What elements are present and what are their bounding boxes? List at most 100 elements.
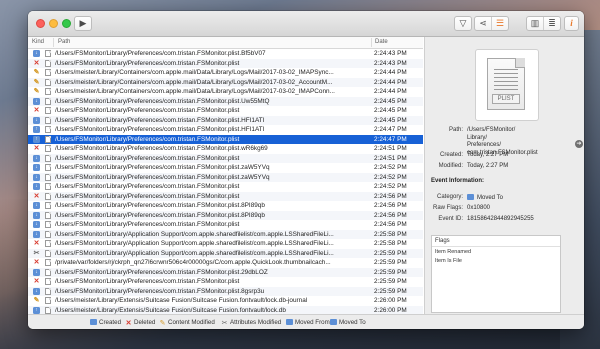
table-row[interactable]: ↓ /Users/FSMonitor/Library/Preferences/co… [28, 96, 423, 106]
table-row[interactable]: ↓ /Users/FSMonitor/Library/Preferences/co… [28, 201, 423, 211]
event-list[interactable]: Kind Path Date ↓ /Users/FSMonitor/Library… [28, 37, 423, 314]
file-icon [45, 173, 51, 181]
pencil-icon: ✎ [33, 78, 40, 86]
path-label: Path: [448, 127, 463, 133]
view-group: ▥ ≣ [526, 16, 561, 31]
moved-icon: ↑ [33, 135, 40, 143]
file-icon [45, 211, 51, 219]
legend-moved-to-label: Moved To [339, 319, 366, 326]
row-date: 2:24:52 PM [374, 164, 407, 171]
table-row[interactable]: ✕ /Users/FSMonitor/Library/Preferences/co… [28, 277, 423, 287]
row-date: 2:25:59 PM [374, 278, 407, 285]
file-icon [45, 230, 51, 238]
table-row[interactable]: ↓ /Users/FSMonitor/Library/Preferences/co… [28, 115, 423, 125]
row-path: /Users/FSMonitor/Library/Preferences/com… [55, 268, 268, 276]
table-row[interactable]: ↑ /Users/meister/Library/Extensis/Suitcas… [28, 305, 423, 314]
table-row[interactable]: ↑ /Users/FSMonitor/Library/Preferences/co… [28, 125, 423, 135]
filter-button[interactable]: ▽ [454, 16, 472, 31]
row-date: 2:24:56 PM [374, 221, 407, 228]
legend-moved-to: Moved To [330, 319, 366, 326]
table-row[interactable]: ✕ /Users/FSMonitor/Library/Preferences/co… [28, 106, 423, 116]
table-row[interactable]: ✕ /Users/FSMonitor/Library/Preferences/co… [28, 58, 423, 68]
table-row[interactable]: ✎ /Users/meister/Library/Containers/com.a… [28, 68, 423, 78]
zoom-window-button[interactable] [62, 19, 71, 28]
table-row[interactable]: ↓ /Users/FSMonitor/Library/Preferences/co… [28, 163, 423, 173]
filter-icon: ▽ [459, 18, 467, 28]
pencil-icon: ✎ [33, 297, 40, 304]
table-row[interactable]: ✕ /Users/FSMonitor/Library/Preferences/co… [28, 191, 423, 201]
row-date: 2:25:58 PM [374, 240, 407, 247]
legend-attributes-modified-label: Attributes Modified [230, 319, 282, 326]
modified-icon: ↓ [33, 202, 40, 209]
row-date: 2:25:59 PM [374, 259, 407, 266]
table-row[interactable]: ↓ /Users/FSMonitor/Library/Preferences/co… [28, 286, 423, 296]
row-path: /Users/FSMonitor/Library/Preferences/com… [55, 211, 265, 219]
row-path: /Users/FSMonitor/Library/Preferences/com… [55, 107, 240, 114]
table-row[interactable]: ✎ /Users/meister/Library/Containers/com.a… [28, 77, 423, 87]
category-value-wrap: Moved To [467, 194, 503, 201]
table-row[interactable]: ↓ /Users/FSMonitor/Library/Preferences/co… [28, 220, 423, 230]
file-icon [45, 306, 51, 314]
row-path: /Users/meister/Library/Extensis/Suitcase… [55, 306, 286, 314]
file-icon [45, 59, 51, 67]
row-date: 2:24:45 PM [374, 97, 407, 105]
table-row[interactable]: ↓ /Users/FSMonitor/Library/Preferences/co… [28, 210, 423, 220]
row-date: 2:25:58 PM [374, 230, 407, 238]
row-path: /Users/FSMonitor/Library/Preferences/com… [55, 50, 266, 57]
flag-item: Item Renamed [435, 249, 472, 255]
pencil-icon: ✎ [33, 69, 40, 76]
legend-created-label: Created [99, 319, 122, 326]
list-view-icon[interactable]: ☰ [491, 17, 508, 30]
table-row[interactable]: ✂ /Users/FSMonitor/Library/Application Su… [28, 248, 423, 258]
modified-field: Modified: Today, 2:27 PM [439, 163, 509, 171]
share-icon[interactable]: ⋖ [475, 17, 491, 30]
column-date[interactable]: Date [375, 39, 388, 45]
table-row[interactable]: ✎ /Users/meister/Library/Containers/com.a… [28, 87, 423, 97]
table-view-icon[interactable]: ≣ [543, 17, 560, 30]
file-icon [45, 221, 51, 228]
table-row[interactable]: ↑ /Users/FSMonitor/Library/Preferences/co… [28, 134, 423, 144]
modified-icon: ↓ [33, 50, 40, 57]
created-value: Today, 2:27 PM [467, 152, 509, 158]
table-row[interactable]: ✕ /Users/FSMonitor/Library/Preferences/co… [28, 144, 423, 154]
table-row[interactable]: ↓ /Users/FSMonitor/Library/Preferences/co… [28, 182, 423, 192]
details-panel: PLIST Path: /Users/FSMonitor/ Library/ P… [424, 37, 584, 314]
play-icon: ▶ [79, 18, 87, 28]
close-window-button[interactable] [36, 19, 45, 28]
category-label: Category: [436, 194, 463, 200]
deleted-icon: ✕ [33, 259, 40, 266]
column-kind[interactable]: Kind [32, 39, 44, 45]
row-path: /Users/FSMonitor/Library/Preferences/com… [55, 126, 265, 133]
table-row[interactable]: ✕ /private/var/folders/rj/ckrph_qn27l6crw… [28, 258, 423, 268]
event-id-label: Event ID: [438, 216, 463, 222]
file-icon [45, 268, 51, 276]
file-icon [45, 116, 51, 124]
table-row[interactable]: ↓ /Users/FSMonitor/Library/Preferences/co… [28, 153, 423, 163]
pencil-icon: ✎ [159, 320, 166, 327]
row-path: /Users/FSMonitor/Library/Preferences/com… [55, 97, 270, 105]
file-icon [45, 240, 51, 247]
info-button[interactable]: i [564, 16, 579, 31]
column-path[interactable]: Path [58, 39, 70, 45]
column-view-icon[interactable]: ▥ [527, 17, 543, 30]
row-date: 2:24:44 PM [374, 88, 407, 95]
row-date: 2:25:59 PM [374, 268, 407, 276]
legend-content-modified: ✎ Content Modified [159, 319, 215, 327]
minimize-window-button[interactable] [49, 19, 58, 28]
deleted-icon: ✕ [125, 320, 132, 327]
category-field: Category: Moved To [437, 194, 503, 203]
play-button[interactable]: ▶ [74, 16, 92, 31]
table-row[interactable]: ✎ /Users/meister/Library/Extensis/Suitcas… [28, 296, 423, 306]
row-date: 2:24:52 PM [374, 183, 407, 190]
row-date: 2:24:45 PM [374, 116, 407, 124]
table-row[interactable]: ↓ /Users/FSMonitor/Library/Application Su… [28, 229, 423, 239]
table-row[interactable]: ↓ /Users/FSMonitor/Library/Preferences/co… [28, 49, 423, 59]
reveal-arrow-icon[interactable]: ➔ [575, 140, 583, 148]
table-row[interactable]: ↓ /Users/FSMonitor/Library/Preferences/co… [28, 172, 423, 182]
table-row[interactable]: ✕ /Users/FSMonitor/Library/Application Su… [28, 239, 423, 249]
event-id-value: 18158642844892945255 [467, 216, 534, 222]
table-row[interactable]: ↓ /Users/FSMonitor/Library/Preferences/co… [28, 267, 423, 277]
legend-moved-from-label: Moved From [295, 319, 330, 326]
legend-created: Created [90, 319, 121, 326]
row-path: /Users/FSMonitor/Library/Preferences/com… [55, 202, 265, 209]
